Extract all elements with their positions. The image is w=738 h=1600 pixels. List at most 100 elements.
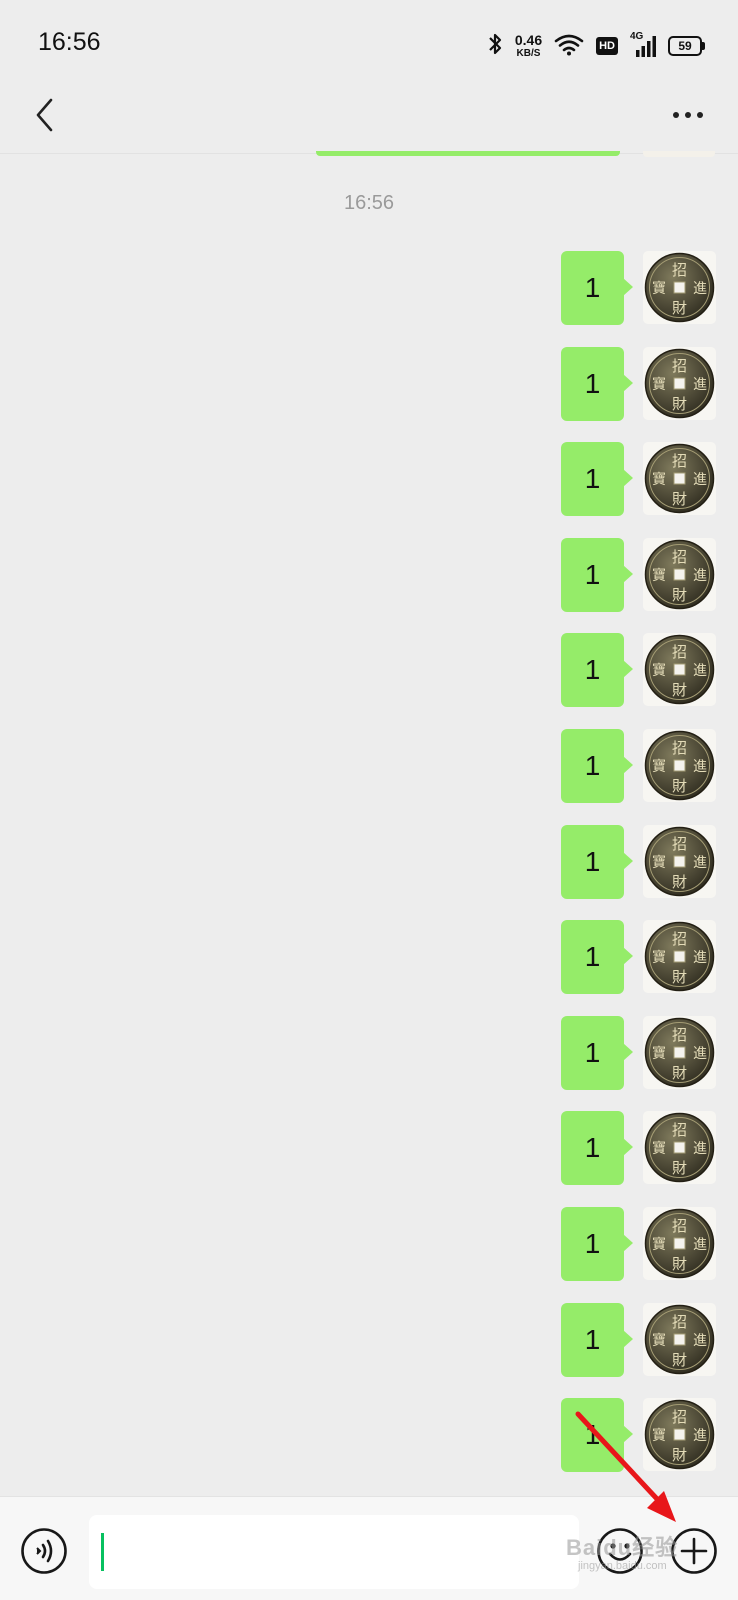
avatar[interactable]: 招進財寶	[643, 1398, 716, 1471]
avatar[interactable]: 招進財寶	[643, 1303, 716, 1376]
svg-text:財: 財	[672, 681, 687, 699]
message-bubble[interactable]: 1	[561, 1111, 633, 1185]
message-row: 1招進財寶	[0, 729, 738, 803]
message-row: 1招進財寶	[0, 825, 738, 899]
svg-text:招: 招	[672, 1408, 687, 1426]
message-bubble[interactable]: 1	[561, 1398, 633, 1472]
message-row: 1招進財寶	[0, 1303, 738, 1377]
avatar[interactable]: 招進財寶	[643, 729, 716, 802]
wifi-icon	[554, 32, 584, 61]
svg-text:寶: 寶	[652, 1237, 666, 1253]
svg-text:寶: 寶	[652, 855, 666, 871]
nav-bar	[0, 80, 738, 150]
svg-text:寶: 寶	[652, 950, 666, 966]
net-speed-value: 0.46	[514, 32, 543, 48]
voice-button[interactable]	[20, 1527, 68, 1575]
message-bubble[interactable]: 1	[561, 920, 633, 994]
avatar[interactable]: 招進財寶	[643, 920, 716, 993]
message-row: 1招進財寶	[0, 920, 738, 994]
message-bubble[interactable]: 1	[561, 1016, 633, 1090]
avatar[interactable]: 招進財寶	[643, 825, 716, 898]
svg-text:財: 財	[672, 395, 687, 413]
signal-4g-icon: 4G	[630, 31, 656, 58]
svg-text:進: 進	[693, 759, 707, 775]
message-row: 1招進財寶	[0, 633, 738, 707]
message-bubble[interactable]: 1	[561, 347, 633, 421]
svg-text:進: 進	[693, 950, 707, 966]
svg-text:寶: 寶	[652, 663, 666, 679]
previous-message-bubble[interactable]	[316, 151, 620, 156]
message-row: 1招進財寶	[0, 538, 738, 612]
message-bubble[interactable]: 1	[561, 1303, 633, 1377]
more-button[interactable]	[658, 90, 718, 140]
svg-text:招: 招	[672, 1026, 687, 1044]
svg-text:財: 財	[672, 1255, 687, 1273]
message-bubble[interactable]: 1	[561, 729, 633, 803]
more-dots-icon	[673, 112, 679, 118]
battery-level: 59	[678, 39, 692, 53]
message-bubble[interactable]: 1	[561, 251, 633, 325]
svg-text:招: 招	[672, 452, 687, 470]
svg-text:寶: 寶	[652, 1428, 666, 1444]
avatar[interactable]: 招進財寶	[643, 633, 716, 706]
chat-timestamp: 16:56	[343, 192, 395, 214]
previous-message-avatar[interactable]	[643, 151, 715, 157]
svg-text:進: 進	[693, 1141, 707, 1157]
svg-text:財: 財	[672, 1351, 687, 1369]
svg-text:招: 招	[672, 643, 687, 661]
svg-text:進: 進	[693, 1046, 707, 1062]
more-dots-icon	[697, 112, 703, 118]
message-bubble[interactable]: 1	[561, 442, 633, 516]
svg-text:招: 招	[672, 739, 687, 757]
svg-text:財: 財	[672, 873, 687, 891]
svg-text:寶: 寶	[652, 1141, 666, 1157]
message-row: 1招進財寶	[0, 251, 738, 325]
avatar[interactable]: 招進財寶	[643, 347, 716, 420]
svg-text:招: 招	[672, 930, 687, 948]
avatar[interactable]: 招進財寶	[643, 442, 716, 515]
chevron-left-icon	[36, 98, 53, 132]
more-dots-icon	[685, 112, 691, 118]
svg-text:招: 招	[672, 357, 687, 375]
svg-text:財: 財	[672, 299, 687, 317]
svg-text:進: 進	[693, 1428, 707, 1444]
bluetooth-icon	[487, 32, 503, 61]
svg-text:財: 財	[672, 1446, 687, 1464]
message-bubble[interactable]: 1	[561, 1207, 633, 1281]
svg-text:招: 招	[672, 261, 687, 279]
svg-text:寶: 寶	[652, 759, 666, 775]
svg-text:進: 進	[693, 568, 707, 584]
svg-text:寶: 寶	[652, 377, 666, 393]
svg-text:招: 招	[672, 1217, 687, 1235]
message-row: 1招進財寶	[0, 442, 738, 516]
svg-text:寶: 寶	[652, 472, 666, 488]
network-label: 4G	[630, 31, 644, 42]
svg-text:進: 進	[693, 663, 707, 679]
svg-text:財: 財	[672, 1064, 687, 1082]
message-bubble[interactable]: 1	[561, 825, 633, 899]
message-input[interactable]	[89, 1515, 579, 1589]
svg-text:財: 財	[672, 490, 687, 508]
message-bubble[interactable]: 1	[561, 538, 633, 612]
hd-icon: HD	[596, 37, 618, 55]
avatar[interactable]: 招進財寶	[643, 251, 716, 324]
watermark: Baidu经验	[566, 1535, 679, 1560]
chat-screen: 16:56 0.46 KB/S HD 4G 59 16:56 1 招 進 財 寶…	[0, 0, 738, 1600]
message-row: 1招進財寶	[0, 1398, 738, 1472]
svg-text:進: 進	[693, 281, 707, 297]
avatar[interactable]: 招進財寶	[643, 1207, 716, 1280]
back-button[interactable]	[20, 90, 70, 140]
net-speed: 0.46 KB/S	[515, 33, 542, 59]
svg-text:招: 招	[672, 548, 687, 566]
message-row: 1招進財寶	[0, 1016, 738, 1090]
svg-text:招: 招	[672, 1313, 687, 1331]
message-bubble[interactable]: 1	[561, 633, 633, 707]
svg-text:寶: 寶	[652, 1333, 666, 1349]
net-speed-unit: KB/S	[516, 48, 541, 59]
svg-text:進: 進	[693, 1333, 707, 1349]
message-row: 1招進財寶	[0, 347, 738, 421]
avatar[interactable]: 招進財寶	[643, 1111, 716, 1184]
svg-text:財: 財	[672, 1159, 687, 1177]
avatar[interactable]: 招進財寶	[643, 538, 716, 611]
avatar[interactable]: 招進財寶	[643, 1016, 716, 1089]
